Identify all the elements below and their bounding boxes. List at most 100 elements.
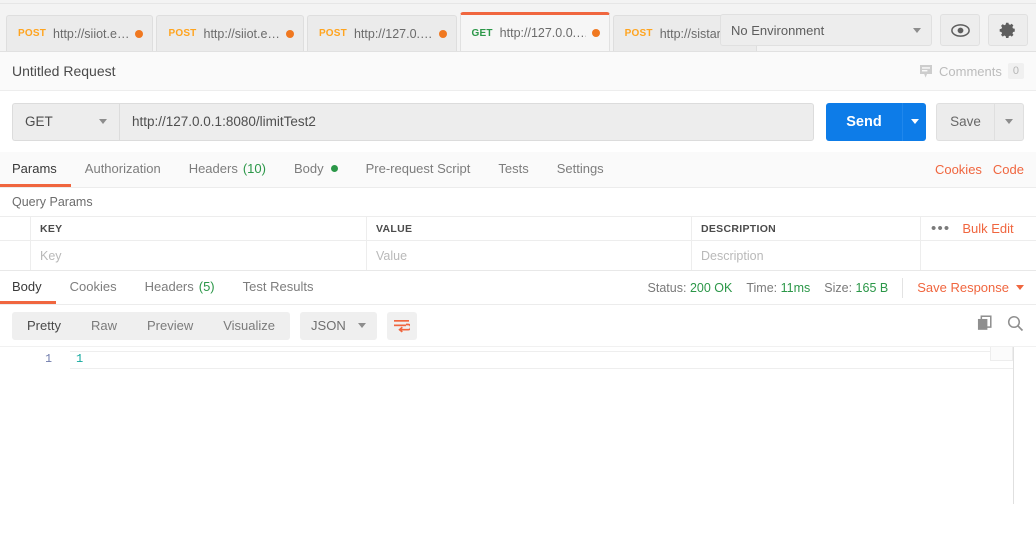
ellipsis-icon[interactable]: ••• (931, 220, 950, 237)
param-key-input[interactable]: Key (31, 241, 367, 270)
unsaved-changes-dot (285, 29, 294, 38)
view-mode-visualize[interactable]: Visualize (208, 312, 290, 340)
send-button[interactable]: Send (826, 102, 902, 141)
tab-method-badge: POST (624, 28, 653, 39)
save-response-button[interactable]: Save Response (917, 280, 1024, 295)
status-badge: Status: 200 OK (648, 281, 733, 295)
editor-content[interactable]: 1 (62, 347, 1013, 504)
tab-url-label: http://127.0.0.… (499, 26, 586, 40)
search-body-button[interactable] (1007, 315, 1024, 337)
editor-corner-box (990, 347, 1013, 361)
tab-label: Params (12, 160, 57, 176)
word-wrap-icon (394, 320, 411, 333)
http-method-selector[interactable]: GET (12, 102, 119, 141)
table-row[interactable]: Key Value Description (0, 240, 1036, 270)
copy-icon (977, 314, 992, 330)
request-tab-4-active[interactable]: GET http://127.0.0.… (459, 12, 610, 51)
row-checkbox-gutter[interactable] (0, 241, 31, 270)
response-tab-headers[interactable]: Headers (5) (131, 271, 229, 304)
editor-scrollbar-track[interactable] (1014, 347, 1036, 504)
chevron-down-icon (1005, 119, 1013, 124)
status-value: 200 OK (689, 280, 733, 295)
code-link[interactable]: Code (993, 162, 1024, 177)
comments-button[interactable]: Comments 0 (919, 63, 1024, 79)
size-value: 165 B (855, 280, 889, 295)
response-section-tabs: Body Cookies Headers (5) Test Results St… (0, 270, 1036, 305)
comments-label: Comments (939, 63, 1002, 79)
url-input-value: http://127.0.0.1:8080/limitTest2 (132, 114, 316, 129)
unsaved-changes-dot (591, 29, 600, 37)
tab-method-badge: GET (471, 27, 493, 39)
tab-body[interactable]: Body (280, 152, 352, 187)
environment-selector[interactable]: No Environment (720, 14, 932, 46)
query-params-table: KEY VALUE DESCRIPTION ••• Bulk Edit Key … (0, 216, 1036, 270)
tab-label: Test Results (242, 278, 314, 294)
column-header-key: KEY (31, 217, 367, 240)
response-tab-body[interactable]: Body (0, 271, 56, 304)
settings-gear-button[interactable] (988, 14, 1028, 46)
tab-settings[interactable]: Settings (543, 152, 618, 187)
gear-icon (999, 22, 1015, 38)
param-description-input[interactable]: Description (692, 241, 921, 270)
query-params-label: Query Params (12, 195, 93, 209)
divider (902, 277, 904, 298)
comment-icon (920, 64, 933, 78)
tab-params[interactable]: Params (0, 152, 71, 187)
environment-selected-label: No Environment (731, 22, 825, 38)
body-format-label: JSON (311, 318, 346, 333)
tab-url-label: http://siiot.e… (203, 26, 280, 41)
bulk-edit-link[interactable]: Bulk Edit (962, 221, 1013, 236)
param-value-input[interactable]: Value (367, 241, 692, 270)
view-mode-raw[interactable]: Raw (76, 312, 132, 340)
tab-label: Headers (188, 160, 238, 176)
tab-pre-request-script[interactable]: Pre-request Script (352, 152, 485, 187)
row-checkbox-gutter (0, 217, 31, 240)
tab-method-badge: POST (318, 28, 347, 39)
copy-to-clipboard-button[interactable] (977, 314, 994, 337)
row-actions (921, 241, 1036, 270)
chevron-down-icon (99, 119, 107, 124)
request-tab-3[interactable]: POST http://127.0.… (306, 15, 457, 51)
size-badge: Size: 165 B (824, 281, 888, 295)
body-format-selector[interactable]: JSON (300, 311, 377, 340)
chevron-down-icon (1016, 285, 1024, 290)
chevron-down-icon (910, 119, 919, 124)
response-tab-test-results[interactable]: Test Results (229, 271, 328, 304)
view-mode-preview[interactable]: Preview (132, 312, 208, 340)
time-label: Time: (746, 280, 778, 295)
unsaved-changes-dot (438, 29, 447, 38)
table-tools: ••• Bulk Edit (921, 217, 1036, 240)
environment-quick-look-button[interactable] (940, 14, 980, 46)
view-mode-pretty[interactable]: Pretty (12, 312, 76, 340)
tab-label: Pre-request Script (365, 160, 471, 176)
tab-label: Body (293, 160, 324, 176)
body-view-mode-group: Pretty Raw Preview Visualize (12, 311, 291, 340)
response-meta: Status: 200 OK Time: 11ms Size: 165 B Sa… (648, 271, 1024, 304)
line-number: 1 (45, 353, 52, 366)
eye-icon (950, 23, 970, 37)
save-button[interactable]: Save (936, 102, 994, 141)
tab-headers[interactable]: Headers (10) (175, 152, 280, 187)
save-button-group: Save (936, 102, 1024, 141)
tab-authorization[interactable]: Authorization (71, 152, 175, 187)
tab-method-badge: POST (18, 28, 47, 39)
query-params-header: Query Params (0, 188, 1036, 216)
active-line-highlight (70, 351, 1013, 369)
request-title-bar: Untitled Request Comments 0 (0, 52, 1036, 91)
request-tab-2[interactable]: POST http://siiot.e… (156, 15, 304, 51)
cookies-link[interactable]: Cookies (935, 162, 982, 177)
tab-label: Settings (556, 160, 604, 176)
size-label: Size: (824, 280, 853, 295)
send-options-button[interactable] (902, 102, 926, 141)
word-wrap-toggle[interactable] (386, 311, 417, 340)
request-tab-1[interactable]: POST http://siiot.e… (6, 15, 154, 51)
tab-tests[interactable]: Tests (484, 152, 542, 187)
editor-gutter: 1 (0, 347, 62, 504)
response-tab-cookies[interactable]: Cookies (56, 271, 131, 304)
url-input[interactable]: http://127.0.0.1:8080/limitTest2 (119, 102, 814, 141)
page-title[interactable]: Untitled Request (12, 63, 116, 79)
response-body-toolbar: Pretty Raw Preview Visualize JSON (0, 305, 1036, 346)
save-options-button[interactable] (994, 102, 1024, 141)
time-value: 11ms (780, 280, 811, 295)
response-body-editor[interactable]: 1 1 (0, 346, 1036, 504)
